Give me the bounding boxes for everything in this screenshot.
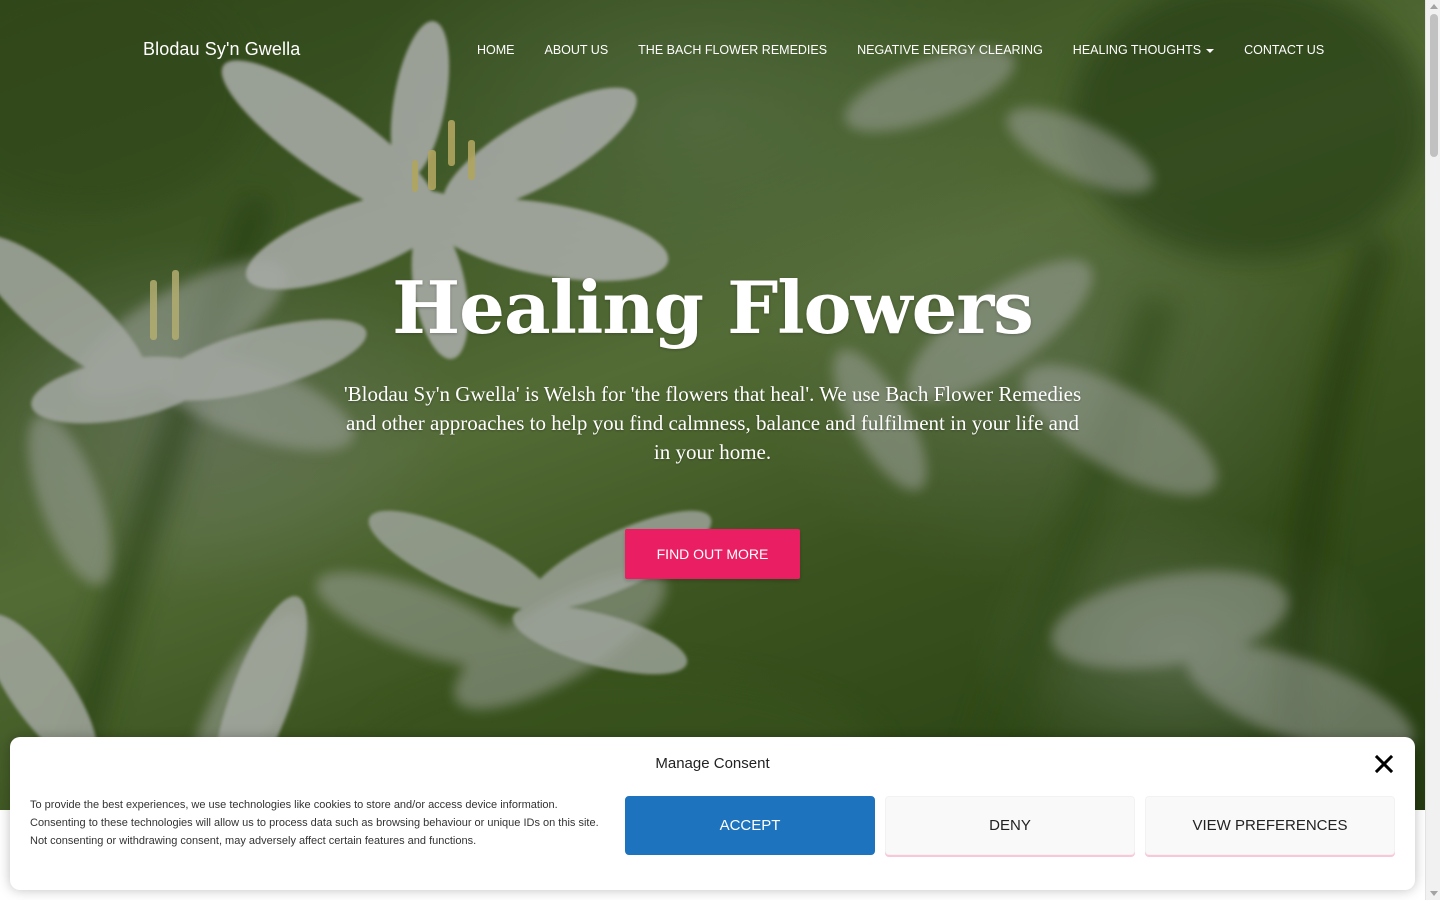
navbar: Blodau Sy'n Gwella HOME ABOUT US THE BAC… [0,0,1425,100]
nav-item-label: HOME [477,43,515,57]
cookie-consent-banner: Manage Consent To provide the best exper… [10,737,1415,890]
nav-item-label: CONTACT US [1244,43,1325,57]
site-brand[interactable]: Blodau Sy'n Gwella [143,39,300,60]
nav-item-healing-thoughts[interactable]: HEALING THOUGHTS [1058,43,1229,57]
caret-down-icon [1206,48,1215,53]
nav-item-label: NEGATIVE ENERGY CLEARING [857,43,1043,57]
nav-item-label: HEALING THOUGHTS [1072,43,1202,57]
hero-description: 'Blodau Sy'n Gwella' is Welsh for 'the f… [343,382,1082,464]
nav-item-label: THE BACH FLOWER REMEDIES [638,43,828,57]
nav-item-label: ABOUT US [544,43,609,57]
consent-description: To provide the best experiences, we use … [30,799,599,847]
deny-button[interactable]: DENY [885,796,1135,855]
scroll-down-icon[interactable] [1430,891,1438,896]
nav-item-negative-energy-clearing[interactable]: NEGATIVE ENERGY CLEARING [842,43,1058,57]
main-menu: HOME ABOUT US THE BACH FLOWER REMEDIES N… [462,43,1339,57]
nav-item-contact-us[interactable]: CONTACT US [1229,43,1339,57]
hero-title: Healing Flowers [392,265,1034,350]
view-preferences-button[interactable]: VIEW PREFERENCES [1145,796,1395,855]
close-icon[interactable] [1374,754,1394,774]
accept-button[interactable]: ACCEPT [625,796,875,855]
nav-item-home[interactable]: HOME [462,43,530,57]
page-scrollbar[interactable] [1425,0,1440,900]
hero-section: Blodau Sy'n Gwella HOME ABOUT US THE BAC… [0,0,1425,810]
scrollbar-thumb[interactable] [1430,14,1438,157]
consent-title: Manage Consent [655,755,770,772]
nav-item-about-us[interactable]: ABOUT US [530,43,624,57]
nav-item-bach-flower-remedies[interactable]: THE BACH FLOWER REMEDIES [623,43,842,57]
find-out-more-button[interactable]: FIND OUT MORE [625,529,800,579]
scroll-up-icon[interactable] [1430,4,1438,9]
